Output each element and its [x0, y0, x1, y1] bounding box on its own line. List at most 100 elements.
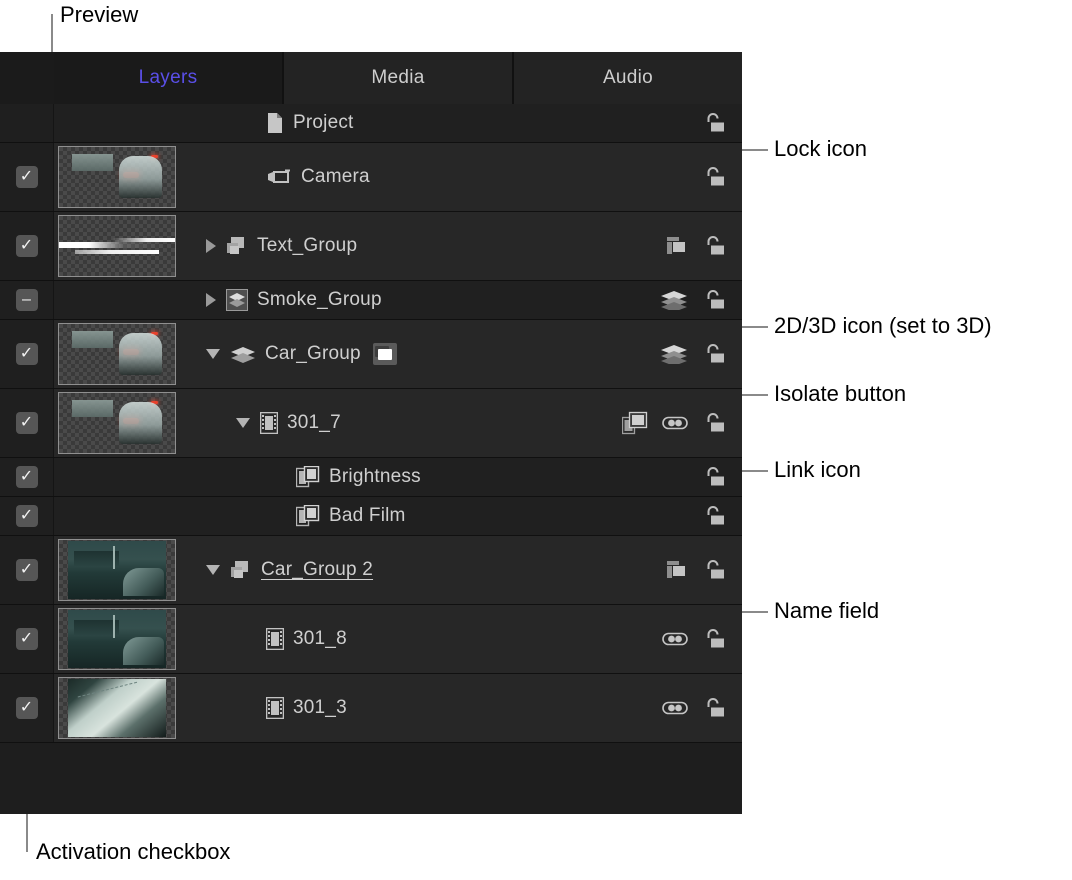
lock-open-icon[interactable]	[702, 465, 726, 489]
activation-checkbox[interactable]: ✓	[16, 628, 38, 650]
lock-open-icon[interactable]	[702, 234, 726, 258]
lock-open-icon[interactable]	[702, 558, 726, 582]
checkbox-cell: ✓	[0, 143, 54, 211]
link-icon[interactable]	[662, 631, 688, 647]
tab-layers[interactable]: Layers	[54, 52, 284, 104]
lock-open-icon[interactable]	[702, 288, 726, 312]
document-icon	[266, 112, 284, 134]
layer-row[interactable]: ✓ 301_3	[0, 674, 742, 743]
preview-thumbnail	[58, 323, 176, 385]
layer-row[interactable]: – Smoke_Group	[0, 281, 742, 320]
twod-icon[interactable]	[666, 560, 688, 580]
link-icon[interactable]	[662, 700, 688, 716]
disclosure-spacer	[236, 639, 256, 640]
activation-checkbox[interactable]: ✓	[16, 466, 38, 488]
lock-open-icon[interactable]	[702, 342, 726, 366]
preview-thumbnail-cell	[54, 281, 180, 319]
preview-thumbnail	[58, 392, 176, 454]
layer-row[interactable]: ✓ 301_7	[0, 389, 742, 458]
lock-open-icon[interactable]	[702, 411, 726, 435]
layer-row[interactable]: ✓ Bad Film	[0, 497, 742, 536]
layer-row[interactable]: ✓ Car_Group	[0, 320, 742, 389]
layer-name-field[interactable]: Project	[293, 112, 354, 134]
film-icon	[266, 697, 284, 719]
disclosure-spacer	[266, 516, 286, 517]
tab-media[interactable]: Media	[284, 52, 514, 104]
layer-row[interactable]: ✓ Brightness	[0, 458, 742, 497]
preview-thumbnail	[58, 608, 176, 670]
disclosure-triangle-open-icon[interactable]	[236, 418, 250, 428]
filter-stack-icon[interactable]	[622, 411, 648, 435]
disclosure-triangle-closed-icon[interactable]	[206, 293, 216, 307]
layer-main-cell: Text_Group	[180, 212, 666, 280]
layer-row[interactable]: ✓ 301_8	[0, 605, 742, 674]
callout-label-link: Link icon	[774, 459, 861, 481]
layer-main-cell: Smoke_Group	[180, 281, 660, 319]
layer-status-icons	[702, 143, 742, 211]
layer-name-field[interactable]: Brightness	[329, 466, 421, 488]
group-2d-icon	[230, 560, 252, 580]
layer-status-icons	[660, 320, 742, 388]
disclosure-triangle-open-icon[interactable]	[206, 565, 220, 575]
callout-label-name: Name field	[774, 600, 879, 622]
preview-thumbnail	[58, 677, 176, 739]
layer-name-field[interactable]: 301_8	[293, 628, 347, 650]
activation-checkbox[interactable]: ✓	[16, 559, 38, 581]
tab-audio[interactable]: Audio	[514, 52, 742, 104]
activation-checkbox[interactable]: ✓	[16, 412, 38, 434]
lock-open-icon[interactable]	[702, 627, 726, 651]
layer-main-cell: Camera	[180, 143, 702, 211]
callout-label-lock: Lock icon	[774, 138, 867, 160]
layer-name-field[interactable]: Text_Group	[257, 235, 357, 257]
link-icon[interactable]	[662, 415, 688, 431]
preview-thumbnail-cell	[54, 212, 180, 280]
group-3d-icon	[230, 345, 256, 363]
layer-name-field[interactable]: 301_3	[293, 697, 347, 719]
layer-main-cell: 301_3	[180, 674, 662, 742]
layer-name-field[interactable]: Smoke_Group	[257, 289, 382, 311]
layer-row[interactable]: ✓ Car_Group 2	[0, 536, 742, 605]
layer-name-field[interactable]: Bad Film	[329, 505, 406, 527]
preview-thumbnail-cell	[54, 458, 180, 496]
disclosure-spacer	[266, 477, 286, 478]
layer-name-field[interactable]: 301_7	[287, 412, 341, 434]
layer-row[interactable]: ✓ Text_Group	[0, 212, 742, 281]
checkbox-cell: ✓	[0, 497, 54, 535]
threed-icon[interactable]	[660, 344, 688, 364]
layer-name-field[interactable]: Car_Group	[265, 343, 361, 365]
activation-checkbox[interactable]: ✓	[16, 697, 38, 719]
layer-row[interactable]: ✓ Camera	[0, 143, 742, 212]
camera-icon	[266, 169, 292, 185]
lock-open-icon[interactable]	[702, 111, 726, 135]
lock-open-icon[interactable]	[702, 165, 726, 189]
checkbox-cell: ✓	[0, 389, 54, 457]
disclosure-triangle-closed-icon[interactable]	[206, 239, 216, 253]
activation-checkbox[interactable]: –	[16, 289, 38, 311]
isolate-button[interactable]	[373, 343, 397, 365]
threed-icon[interactable]	[660, 290, 688, 310]
disclosure-spacer	[236, 177, 256, 178]
activation-checkbox[interactable]: ✓	[16, 235, 38, 257]
layer-status-icons	[662, 674, 742, 742]
lock-open-icon[interactable]	[702, 696, 726, 720]
preview-thumbnail-cell	[54, 674, 180, 742]
checkbox-cell: ✓	[0, 536, 54, 604]
callout-label-isolate: Isolate button	[774, 383, 906, 405]
disclosure-spacer	[236, 123, 256, 124]
activation-checkbox[interactable]: ✓	[16, 166, 38, 188]
preview-thumbnail-cell	[54, 104, 180, 142]
activation-checkbox[interactable]: ✓	[16, 505, 38, 527]
checkbox-cell	[0, 104, 54, 142]
activation-checkbox[interactable]: ✓	[16, 343, 38, 365]
layer-name-field[interactable]: Car_Group 2	[261, 559, 373, 581]
layers-panel: Layers Media Audio Project ✓ Camera ✓ Text_G…	[0, 52, 742, 814]
layer-row[interactable]: Project	[0, 104, 742, 143]
disclosure-triangle-open-icon[interactable]	[206, 349, 220, 359]
layer-name-field[interactable]: Camera	[301, 166, 370, 188]
checkbox-cell: ✓	[0, 212, 54, 280]
twod-icon[interactable]	[666, 236, 688, 256]
filter-icon	[296, 466, 320, 488]
lock-open-icon[interactable]	[702, 504, 726, 528]
layer-status-icons	[702, 458, 742, 496]
tab-bar-gutter	[0, 52, 54, 104]
